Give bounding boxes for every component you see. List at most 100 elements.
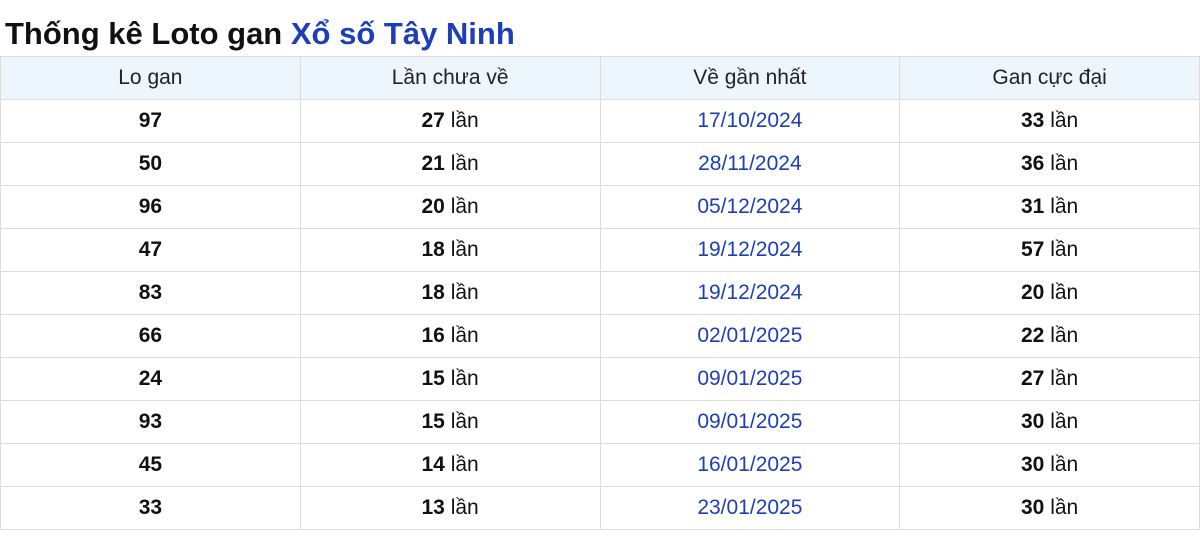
lo-gan-number: 66 (0, 314, 301, 358)
lo-gan-number: 45 (0, 443, 301, 487)
max-gap-cell: 57 lần (899, 228, 1200, 272)
max-gap-cell: 31 lần (899, 185, 1200, 229)
max-gap-count: 57 (1021, 238, 1045, 261)
column-header-gan-cuc-dai: Gan cực đại (899, 56, 1200, 100)
max-gap-unit: lần (1050, 152, 1079, 175)
misses-unit: lần (450, 195, 479, 218)
max-gap-count: 33 (1021, 109, 1045, 132)
table-row: 50 21 lần 28/11/2024 36 lần (0, 142, 1200, 186)
misses-count: 27 (421, 109, 445, 132)
misses-cell: 18 lần (299, 228, 601, 272)
max-gap-unit: lần (1050, 453, 1079, 476)
max-gap-cell: 33 lần (899, 99, 1200, 143)
misses-cell: 18 lần (299, 271, 601, 315)
lo-gan-number: 93 (0, 400, 301, 444)
lo-gan-number: 96 (0, 185, 301, 229)
misses-cell: 16 lần (299, 314, 601, 358)
table-row: 66 16 lần 02/01/2025 22 lần (0, 314, 1200, 358)
misses-count: 13 (421, 496, 445, 519)
misses-unit: lần (450, 324, 479, 347)
max-gap-cell: 27 lần (899, 357, 1200, 401)
table-row: 24 15 lần 09/01/2025 27 lần (0, 357, 1200, 401)
table-row: 47 18 lần 19/12/2024 57 lần (0, 228, 1200, 272)
max-gap-cell: 22 lần (899, 314, 1200, 358)
max-gap-count: 27 (1021, 367, 1045, 390)
page-title-prefix: Thống kê Loto gan (5, 16, 283, 51)
misses-unit: lần (450, 453, 479, 476)
last-appearance-date: 28/11/2024 (599, 142, 901, 186)
table-row: 45 14 lần 16/01/2025 30 lần (0, 443, 1200, 487)
last-appearance-date: 23/01/2025 (599, 486, 901, 530)
max-gap-count: 30 (1021, 496, 1045, 519)
column-header-lo-gan: Lo gan (0, 56, 301, 100)
last-appearance-date: 02/01/2025 (599, 314, 901, 358)
last-appearance-date: 16/01/2025 (599, 443, 901, 487)
last-appearance-date: 05/12/2024 (599, 185, 901, 229)
max-gap-unit: lần (1050, 324, 1079, 347)
last-appearance-date: 09/01/2025 (599, 400, 901, 444)
misses-count: 15 (421, 367, 445, 390)
max-gap-unit: lần (1050, 367, 1079, 390)
misses-unit: lần (450, 496, 479, 519)
max-gap-count: 36 (1021, 152, 1045, 175)
column-header-lan-chua-ve: Lần chưa về (299, 56, 601, 100)
lo-gan-number: 47 (0, 228, 301, 272)
misses-count: 20 (421, 195, 445, 218)
misses-count: 21 (421, 152, 445, 175)
misses-unit: lần (450, 109, 479, 132)
lo-gan-number: 97 (0, 99, 301, 143)
misses-cell: 14 lần (299, 443, 601, 487)
last-appearance-date: 19/12/2024 (599, 271, 901, 315)
max-gap-count: 30 (1021, 410, 1045, 433)
table-row: 97 27 lần 17/10/2024 33 lần (0, 99, 1200, 143)
max-gap-cell: 20 lần (899, 271, 1200, 315)
table-header-row: Lo gan Lần chưa về Về gần nhất Gan cực đ… (0, 56, 1200, 100)
misses-unit: lần (450, 238, 479, 261)
max-gap-cell: 36 lần (899, 142, 1200, 186)
table-row: 96 20 lần 05/12/2024 31 lần (0, 185, 1200, 229)
max-gap-count: 20 (1021, 281, 1045, 304)
misses-unit: lần (450, 281, 479, 304)
lo-gan-number: 50 (0, 142, 301, 186)
misses-unit: lần (450, 367, 479, 390)
lo-gan-number: 33 (0, 486, 301, 530)
misses-cell: 21 lần (299, 142, 601, 186)
max-gap-unit: lần (1050, 410, 1079, 433)
lo-gan-number: 24 (0, 357, 301, 401)
misses-cell: 15 lần (299, 400, 601, 444)
table-body: 97 27 lần 17/10/2024 33 lần 50 21 lần 28/11/20… (0, 99, 1200, 530)
max-gap-unit: lần (1050, 496, 1079, 519)
max-gap-count: 22 (1021, 324, 1045, 347)
misses-unit: lần (450, 410, 479, 433)
max-gap-unit: lần (1050, 109, 1079, 132)
misses-count: 18 (421, 238, 445, 261)
table-row: 93 15 lần 09/01/2025 30 lần (0, 400, 1200, 444)
last-appearance-date: 19/12/2024 (599, 228, 901, 272)
lottery-link[interactable]: Xổ số Tây Ninh (291, 16, 515, 51)
lo-gan-number: 83 (0, 271, 301, 315)
max-gap-cell: 30 lần (899, 400, 1200, 444)
max-gap-unit: lần (1050, 195, 1079, 218)
last-appearance-date: 09/01/2025 (599, 357, 901, 401)
max-gap-cell: 30 lần (899, 443, 1200, 487)
misses-count: 15 (421, 410, 445, 433)
misses-count: 18 (421, 281, 445, 304)
table-row: 33 13 lần 23/01/2025 30 lần (0, 486, 1200, 530)
misses-unit: lần (450, 152, 479, 175)
misses-count: 14 (421, 453, 445, 476)
misses-cell: 27 lần (299, 99, 601, 143)
table-row: 83 18 lần 19/12/2024 20 lần (0, 271, 1200, 315)
misses-cell: 13 lần (299, 486, 601, 530)
misses-cell: 15 lần (299, 357, 601, 401)
max-gap-cell: 30 lần (899, 486, 1200, 530)
max-gap-count: 30 (1021, 453, 1045, 476)
max-gap-unit: lần (1050, 281, 1079, 304)
max-gap-count: 31 (1021, 195, 1045, 218)
last-appearance-date: 17/10/2024 (599, 99, 901, 143)
loto-gan-table: Lo gan Lần chưa về Về gần nhất Gan cực đ… (0, 56, 1200, 530)
page-title: Thống kê Loto gan Xổ số Tây Ninh (0, 0, 1200, 56)
max-gap-unit: lần (1050, 238, 1079, 261)
column-header-ve-gan-nhat: Về gần nhất (599, 56, 901, 100)
misses-cell: 20 lần (299, 185, 601, 229)
misses-count: 16 (421, 324, 445, 347)
